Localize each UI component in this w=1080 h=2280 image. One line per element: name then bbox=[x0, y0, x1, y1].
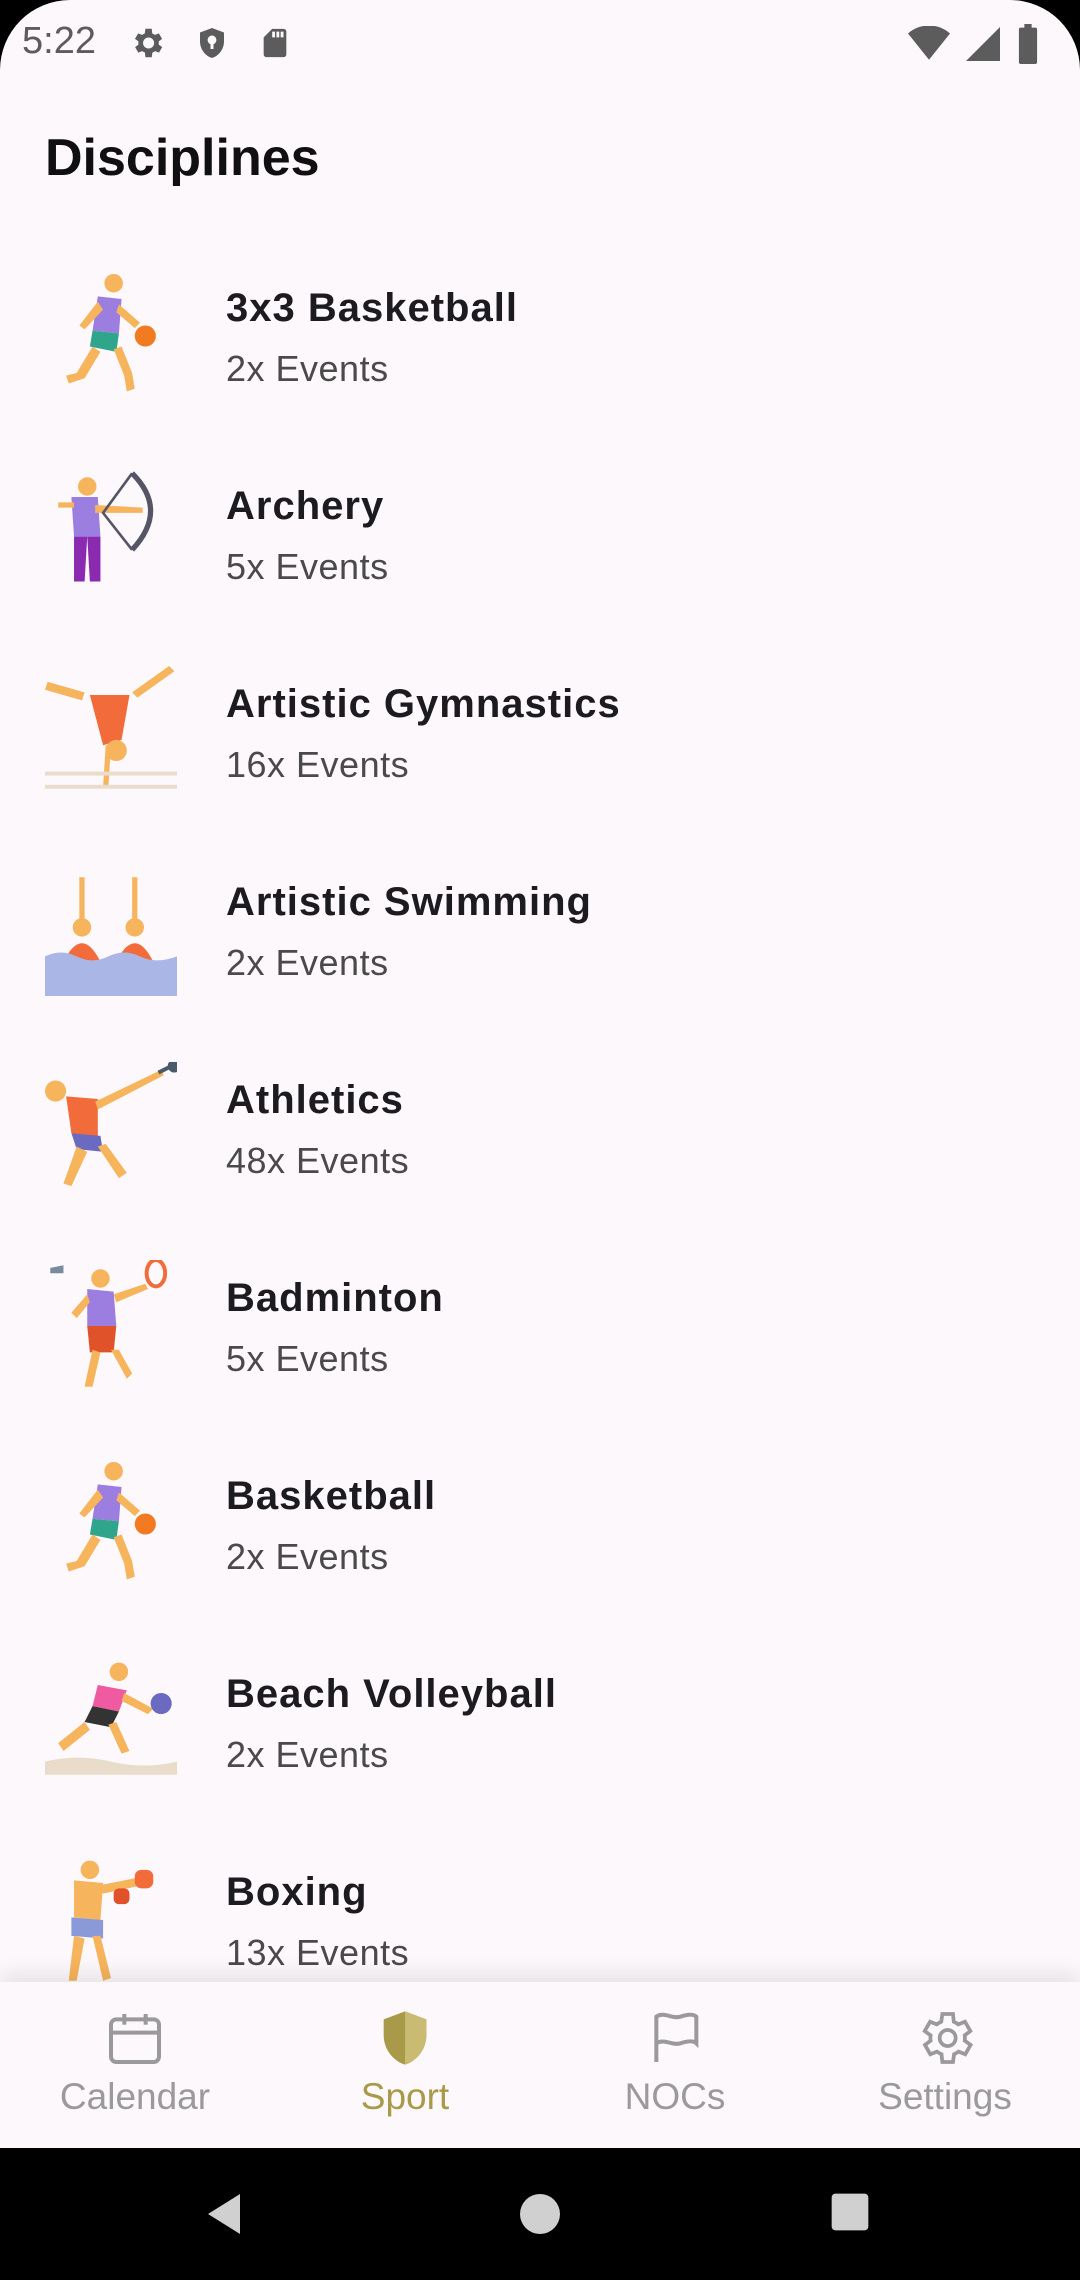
nav-label-calendar: Calendar bbox=[59, 2076, 211, 2117]
nav-label-sport: Sport bbox=[360, 2076, 450, 2117]
discipline-name: Badminton bbox=[226, 1276, 444, 1320]
discipline-item-basketball[interactable]: Basketball 2x Events bbox=[0, 1428, 1080, 1626]
synchronized-swimmers-icon bbox=[45, 864, 177, 996]
basketball-player-icon bbox=[45, 270, 177, 402]
gear-icon bbox=[913, 2006, 977, 2075]
discipline-event-count: 13x Events bbox=[226, 1932, 410, 1973]
recents-icon[interactable] bbox=[828, 2190, 872, 2239]
discipline-event-count: 48x Events bbox=[226, 1140, 410, 1181]
shield-icon bbox=[194, 24, 230, 62]
flag-icon bbox=[643, 2006, 707, 2075]
calendar-icon bbox=[103, 2006, 167, 2075]
app-screen: 5:22 Disciplines 3x3 Basketball 2x Event… bbox=[0, 0, 1080, 2148]
discipline-item-beach-volleyball[interactable]: Beach Volleyball 2x Events bbox=[0, 1626, 1080, 1824]
volleyball-player-icon bbox=[45, 1656, 177, 1788]
hammer-thrower-icon bbox=[45, 1059, 181, 1194]
boxer-icon bbox=[45, 1854, 177, 1986]
signal-icon bbox=[966, 26, 1000, 62]
discipline-event-count: 2x Events bbox=[226, 1536, 389, 1577]
discipline-item-artistic-swimming[interactable]: Artistic Swimming 2x Events bbox=[0, 834, 1080, 1032]
settings-icon bbox=[128, 24, 166, 62]
nav-label-nocs: NOCs bbox=[624, 2076, 726, 2117]
archer-icon bbox=[45, 468, 177, 600]
nav-label-settings: Settings bbox=[878, 2076, 1012, 2117]
status-time: 5:22 bbox=[22, 20, 96, 62]
back-icon[interactable] bbox=[200, 2190, 248, 2243]
discipline-name: Beach Volleyball bbox=[226, 1672, 557, 1716]
home-icon[interactable] bbox=[516, 2190, 564, 2243]
shield-icon bbox=[373, 2006, 437, 2075]
discipline-name: Athletics bbox=[226, 1078, 404, 1122]
system-navigation-bar bbox=[0, 2148, 1080, 2280]
nav-item-nocs[interactable]: NOCs bbox=[540, 1982, 810, 2148]
discipline-event-count: 2x Events bbox=[226, 942, 389, 983]
discipline-item-archery[interactable]: Archery 5x Events bbox=[0, 438, 1080, 636]
discipline-event-count: 2x Events bbox=[226, 348, 389, 389]
sd-card-icon bbox=[258, 24, 292, 62]
gymnast-icon bbox=[45, 666, 177, 798]
page-title: Disciplines bbox=[45, 129, 320, 187]
discipline-item-badminton[interactable]: Badminton 5x Events bbox=[0, 1230, 1080, 1428]
bottom-navigation: Calendar Sport NOCs Settings bbox=[0, 1982, 1080, 2148]
discipline-name: Basketball bbox=[226, 1474, 437, 1518]
badminton-player-icon bbox=[45, 1258, 177, 1392]
discipline-item-athletics[interactable]: Athletics 48x Events bbox=[0, 1032, 1080, 1230]
discipline-item-artistic-gymnastics[interactable]: Artistic Gymnastics 16x Events bbox=[0, 636, 1080, 834]
discipline-event-count: 5x Events bbox=[226, 546, 389, 587]
status-bar: 5:22 bbox=[0, 0, 1080, 88]
discipline-name: Artistic Swimming bbox=[226, 880, 592, 924]
nav-item-sport[interactable]: Sport bbox=[270, 1982, 540, 2148]
discipline-list: 3x3 Basketball 2x Events Archery 5x Even… bbox=[0, 240, 1080, 2022]
nav-item-calendar[interactable]: Calendar bbox=[0, 1982, 270, 2148]
discipline-name: Archery bbox=[226, 484, 385, 528]
battery-icon bbox=[1016, 24, 1040, 64]
discipline-name: 3x3 Basketball bbox=[226, 286, 518, 330]
discipline-event-count: 16x Events bbox=[226, 744, 410, 785]
discipline-event-count: 5x Events bbox=[226, 1338, 389, 1379]
discipline-event-count: 2x Events bbox=[226, 1734, 389, 1775]
discipline-item-3x3-basketball[interactable]: 3x3 Basketball 2x Events bbox=[0, 240, 1080, 438]
discipline-name: Artistic Gymnastics bbox=[226, 682, 621, 726]
basketball-player-icon bbox=[45, 1458, 177, 1590]
nav-item-settings[interactable]: Settings bbox=[810, 1982, 1080, 2148]
wifi-icon bbox=[908, 26, 950, 62]
discipline-name: Boxing bbox=[226, 1870, 368, 1914]
